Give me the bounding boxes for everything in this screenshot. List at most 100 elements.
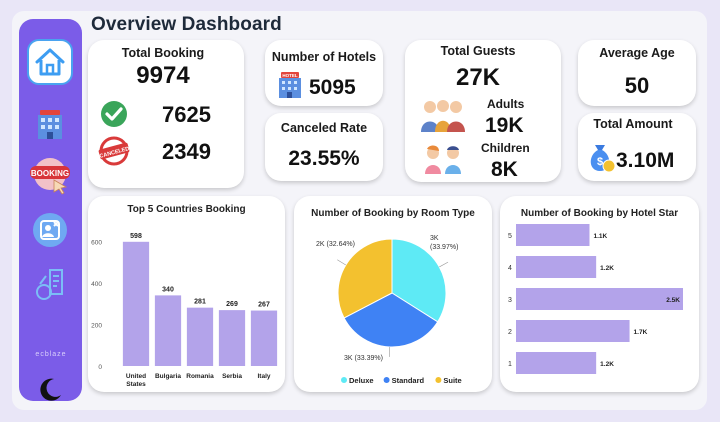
home-icon	[35, 48, 65, 76]
check-icon	[101, 101, 127, 127]
legend-swatch	[383, 377, 390, 383]
nav-hotel-button[interactable]	[27, 101, 73, 147]
bar	[218, 310, 246, 366]
x-tick-label: Bulgaria	[155, 373, 181, 380]
bar-value-label: 1.7K	[634, 329, 648, 336]
sidebar: BOOKING ecblaze	[19, 19, 82, 401]
x-tick-label: States	[126, 381, 146, 388]
moon-icon	[40, 378, 61, 401]
adults-label: Adults	[487, 97, 525, 111]
bar	[250, 310, 278, 366]
bar-value-label: 1.2K	[600, 361, 614, 368]
page-title: Overview Dashboard	[91, 14, 282, 35]
legend-label: Standard	[392, 376, 425, 385]
bar-value-label: 1.2K	[600, 265, 614, 272]
hotel-icon	[38, 110, 62, 139]
hotel-sign-text: HOTEL	[282, 73, 298, 78]
average-age-value: 50	[624, 73, 650, 98]
bar	[154, 295, 182, 366]
bar	[516, 224, 590, 246]
bar	[516, 352, 597, 374]
total-booking-card: Total Booking 9974 7625 CANCELED 2349	[88, 40, 244, 188]
legend-label: Deluxe	[349, 376, 374, 385]
total-guests-card: Total Guests 27K Adults 19K Children 8K	[405, 40, 561, 182]
y-tick-label: 4	[508, 265, 512, 272]
adults-value: 19K	[485, 114, 524, 137]
pie-leader-line	[439, 261, 449, 268]
canceled-rate-value: 23.55%	[288, 147, 360, 170]
pie-slice-label: 3K	[430, 235, 439, 242]
bar	[516, 256, 597, 278]
bar-value-label: 598	[130, 233, 142, 240]
nav-home-button[interactable]	[27, 39, 73, 85]
guest-profile-icon	[33, 213, 67, 247]
x-tick-label: Italy	[257, 373, 270, 380]
svg-text:$: $	[597, 156, 603, 168]
legend-swatch	[435, 377, 442, 383]
nav-guest-button[interactable]	[27, 207, 73, 253]
pie-slice-label: (33.97%)	[430, 244, 458, 251]
average-age-label: Average Age	[599, 46, 675, 60]
adults-family-icon	[421, 100, 465, 132]
booking-sign-text: BOOKING	[31, 169, 69, 178]
total-booking-value: 9974	[136, 62, 190, 89]
bar	[516, 288, 683, 310]
total-guests-label: Total Guests	[440, 44, 516, 58]
y-tick-label: 400	[91, 281, 102, 288]
confirmed-booking-value: 7625	[162, 102, 211, 127]
theme-toggle-button[interactable]	[27, 367, 73, 413]
hotel-star-chart-card: Number of Booking by Hotel Star 5 1.1K 4 1.…	[500, 196, 699, 392]
booking-icon: BOOKING	[30, 158, 70, 195]
hotel-star-chart: 5 1.1K 4 1.2K 3 2.5K 2 1.7K 1 1.2K	[508, 224, 683, 374]
y-tick-label: 2	[508, 329, 512, 336]
children-icon	[425, 145, 461, 174]
y-tick-label: 0	[98, 364, 102, 371]
bar-value-label: 1.1K	[593, 233, 607, 240]
bar	[186, 307, 214, 366]
room-type-chart-card: Number of Booking by Room Type 3K (33.97%…	[294, 196, 492, 392]
bar-value-label: 340	[162, 286, 174, 293]
legend-swatch	[341, 377, 347, 383]
y-tick-label: 3	[508, 297, 512, 304]
x-tick-label: United	[126, 373, 146, 380]
top-countries-chart: 0 200 400 600 598 UnitedStates 340 Bulgaria 281 R…	[91, 233, 278, 388]
y-tick-label: 200	[91, 322, 102, 329]
money-bag-icon: $	[590, 145, 616, 173]
total-amount-label: Total Amount	[593, 117, 673, 131]
top-countries-chart-card: Top 5 Countries Booking 0 200 400 600 598 Uni…	[88, 196, 285, 392]
total-amount-value: 3.10M	[616, 149, 675, 172]
pie-slice-label: 2K (32.64%)	[316, 241, 355, 248]
y-tick-label: 600	[91, 239, 102, 246]
canceled-rate-label: Canceled Rate	[280, 121, 368, 135]
bar	[122, 241, 150, 366]
x-tick-label: Romania	[186, 373, 214, 380]
bar-value-label: 2.5K	[666, 297, 680, 304]
number-of-hotels-label: Number of Hotels	[271, 50, 377, 64]
y-tick-label: 1	[508, 361, 512, 368]
average-age-card: Average Age 50	[578, 40, 696, 106]
pie-slice-label: 3K (33.39%)	[344, 355, 383, 362]
bar-value-label: 267	[258, 302, 270, 309]
children-value: 8K	[491, 158, 518, 181]
brand-logo: ecblaze	[35, 351, 67, 358]
number-of-hotels-value: 5095	[309, 76, 356, 99]
nav-booking-button[interactable]: BOOKING	[27, 153, 73, 199]
canceled-rate-card: Canceled Rate 23.55%	[265, 113, 383, 181]
y-tick-label: 5	[508, 233, 512, 240]
children-label: Children	[481, 141, 530, 155]
canceled-stamp-icon: CANCELED	[98, 136, 130, 166]
legend-label: Suite	[443, 376, 461, 385]
pie-leader-line	[337, 259, 346, 266]
hotel-building-icon: HOTEL	[279, 72, 301, 98]
total-guests-value: 27K	[455, 64, 501, 91]
nav-finance-button[interactable]	[27, 261, 73, 307]
bar-value-label: 269	[226, 301, 238, 308]
x-tick-label: Serbia	[222, 373, 242, 380]
number-of-hotels-card: Number of Hotels HOTEL 5095	[265, 40, 383, 106]
canceled-booking-value: 2349	[162, 139, 211, 164]
bar-value-label: 281	[194, 299, 206, 306]
finance-receipt-icon	[36, 269, 63, 300]
room-type-chart: 3K (33.97%) 3K (33.39%) 2K (32.64%) Deluxe St…	[316, 235, 462, 385]
total-booking-label: Total Booking	[121, 46, 205, 60]
bar	[516, 320, 630, 342]
